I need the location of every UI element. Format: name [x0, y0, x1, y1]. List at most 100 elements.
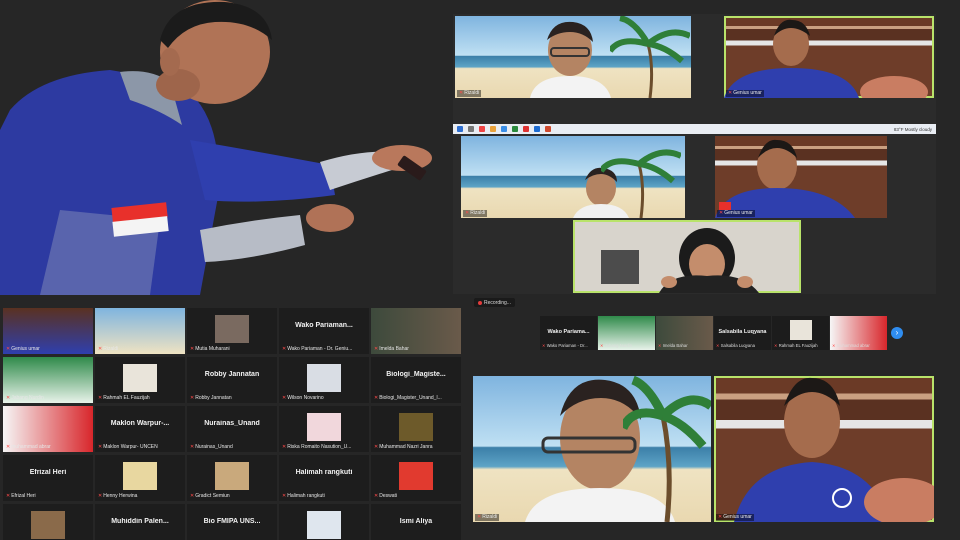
- browser-icon[interactable]: [501, 126, 507, 132]
- grid-participant-tile[interactable]: Robby Jannatan ✕Robby Jannatan: [187, 357, 277, 403]
- strip-participant-tile[interactable]: Salsabila Luqyana ✕ Salsabila Luqyana: [714, 316, 771, 350]
- strip-participant-tile[interactable]: ✕ Imelda Bahar: [656, 316, 713, 350]
- next-page-button[interactable]: ›: [891, 327, 903, 339]
- grid-participant-tile[interactable]: [3, 504, 93, 540]
- grid-participant-tile[interactable]: Biologi_Magiste... ✕Biologi_Magister_Unan…: [371, 357, 461, 403]
- participant-name-text: Salsabila Luqyana: [720, 343, 755, 348]
- grid-participant-tile[interactable]: ✕Mutia Muharani: [187, 308, 277, 354]
- muted-mic-icon: ✕: [190, 493, 195, 499]
- recording-dot-icon: [478, 300, 482, 305]
- app-icon[interactable]: [545, 126, 551, 132]
- participant-name: ✕Wako Pariaman - Dr. Geniu...: [282, 346, 352, 353]
- grid-participant-tile[interactable]: ✕Rizaldi: [95, 308, 185, 354]
- strip-participant-tile[interactable]: ✕ Rahmah EL Fauzijah: [772, 316, 829, 350]
- participant-name-text: Henny Herwina: [103, 493, 138, 499]
- video-tile-rizaldi-mid[interactable]: ✕Rizaldi: [461, 136, 685, 218]
- participant-name: ✕Genius umar: [717, 210, 755, 217]
- muted-mic-icon: ✕: [374, 346, 379, 352]
- grid-participant-tile[interactable]: ✕muhammad abrar: [3, 406, 93, 452]
- folder-icon[interactable]: [490, 126, 496, 132]
- app-icon[interactable]: [534, 126, 540, 132]
- participant-silhouette: [715, 139, 855, 218]
- video-tile-speaker-bottom[interactable]: [573, 220, 801, 293]
- grid-participant-tile[interactable]: ✕Rahmah EL Fauzijah: [95, 357, 185, 403]
- participant-name-text: Nurainas_Unand: [195, 444, 233, 450]
- taskbar-weather: 83°F Mostly cloudy: [893, 126, 932, 132]
- grid-participant-tile[interactable]: Maklon Warpur-... ✕Maklon Warpur- UNCEN: [95, 406, 185, 452]
- participant-name: ✕Henny Herwina: [98, 493, 137, 500]
- participant-thumbnail: [307, 511, 341, 539]
- participant-name: ✕Genius umar: [6, 346, 40, 353]
- muted-mic-icon: ✕: [98, 395, 103, 401]
- muted-mic-icon: ✕: [6, 395, 11, 401]
- participant-name: ✕Genius umar: [716, 514, 754, 521]
- grid-participant-tile[interactable]: ✕Henny Herwina: [95, 455, 185, 501]
- participant-name: ✕Robby Jannatan: [190, 395, 232, 402]
- grid-participant-tile[interactable]: Wako Pariaman... ✕Wako Pariaman - Dr. Gen…: [279, 308, 369, 354]
- participant-display-name: Biologi_Magiste...: [386, 371, 446, 378]
- video-tile-rizaldi-top[interactable]: ✕Rizaldi: [455, 16, 691, 98]
- participant-name: ✕Jabang Nurdin: [6, 395, 44, 402]
- participant-name-text: Rahmah EL Fauzijah: [778, 343, 818, 348]
- grid-participant-tile[interactable]: Muhiddin Palen...: [95, 504, 185, 540]
- participant-name-text: Imelda Bahar: [662, 343, 688, 348]
- app-icon[interactable]: [512, 126, 518, 132]
- app-icon[interactable]: [479, 126, 485, 132]
- muted-mic-icon: ✕: [190, 395, 195, 401]
- participant-display-name: Salsabila Luqyana: [718, 329, 767, 335]
- participant-name: ✕Gradict Semiun: [190, 493, 230, 500]
- grid-participant-tile[interactable]: [279, 504, 369, 540]
- participant-name-text: muhammad abrar: [836, 343, 870, 348]
- grid-participant-tile[interactable]: ✕Muhammad Nazri Janra: [371, 406, 461, 452]
- participant-name-text: Jabang Nurdin: [11, 395, 44, 401]
- video-tile-rizaldi-large[interactable]: ✕Rizaldi: [473, 376, 711, 522]
- recording-indicator: Recording...: [474, 298, 515, 307]
- grid-participant-tile[interactable]: Efrizal Heri ✕Efrizal Heri: [3, 455, 93, 501]
- grid-participant-tile[interactable]: ✕Deswati: [371, 455, 461, 501]
- participant-name-text: muhammad abrar: [11, 444, 51, 450]
- grid-participant-tile[interactable]: ✕Imelda Bahar: [371, 308, 461, 354]
- start-icon[interactable]: [457, 126, 463, 132]
- muted-mic-icon: ✕: [728, 90, 733, 96]
- participant-name: ✕Rizaldi: [457, 90, 482, 97]
- muted-mic-icon: ✕: [719, 210, 724, 216]
- strip-participant-tile[interactable]: ✕ muhammad abrar: [830, 316, 887, 350]
- participant-name: ✕Riska Romaito Nasution_U...: [282, 444, 351, 451]
- participant-name-text: Robby Jannatan: [195, 395, 232, 401]
- grid-participant-tile[interactable]: ✕Jabang Nurdin: [3, 357, 93, 403]
- video-tile-genius-umar-large[interactable]: ✕Genius umar: [714, 376, 934, 522]
- grid-participant-tile[interactable]: Nurainas_Unand ✕Nurainas_Unand: [187, 406, 277, 452]
- participant-silhouette: [601, 228, 759, 293]
- participant-display-name: Efrizal Heri: [29, 469, 67, 476]
- grid-participant-tile[interactable]: ✕Wilson Novarino: [279, 357, 369, 403]
- grid-participant-tile[interactable]: ✕Riska Romaito Nasution_U...: [279, 406, 369, 452]
- participant-name: ✕Genius umar: [726, 90, 764, 97]
- zoom-collage: ✕Rizaldi ✕Genius umar 83°F Mostly cloudy: [0, 0, 960, 540]
- video-tile-genius-umar-mid[interactable]: ✕Genius umar: [715, 136, 887, 218]
- participant-name: ✕Rizaldi: [98, 346, 118, 353]
- muted-mic-icon: ✕: [190, 444, 195, 450]
- grid-participant-tile[interactable]: Ismi Aliya: [371, 504, 461, 540]
- grid-participant-tile[interactable]: Bio FMIPA UNS...: [187, 504, 277, 540]
- participant-thumbnail: [789, 320, 812, 340]
- muted-mic-icon: ✕: [282, 395, 287, 401]
- grid-participant-tile[interactable]: ✕Gradict Semiun: [187, 455, 277, 501]
- strip-participant-tile[interactable]: ✕ Jabang Nurdin: [598, 316, 655, 350]
- participant-name: ✕ Wako Pariaman - Dr...: [542, 343, 588, 349]
- grid-participant-tile[interactable]: ✕Genius umar: [3, 308, 93, 354]
- video-tile-genius-umar-top[interactable]: ✕Genius umar: [724, 16, 934, 98]
- muted-mic-icon: ✕: [6, 493, 11, 499]
- participant-display-name: Wako Pariaman...: [295, 322, 353, 329]
- participant-name: ✕Mutia Muharani: [190, 346, 230, 353]
- participant-name: ✕ muhammad abrar: [832, 343, 870, 349]
- participant-name-text: Gradict Semiun: [195, 493, 230, 499]
- strip-participant-tile[interactable]: Wako Pariama... ✕ Wako Pariaman - Dr...: [540, 316, 597, 350]
- participant-thumbnail: [215, 315, 249, 343]
- muted-mic-icon: ✕: [459, 90, 464, 96]
- grid-participant-tile[interactable]: Halimah rangkuti ✕Halimah rangkuti: [279, 455, 369, 501]
- app-icon[interactable]: [523, 126, 529, 132]
- search-icon[interactable]: [468, 126, 474, 132]
- muted-mic-icon: ✕: [6, 346, 11, 352]
- participant-thumbnail: [399, 462, 433, 490]
- participant-thumbnail: [307, 364, 341, 392]
